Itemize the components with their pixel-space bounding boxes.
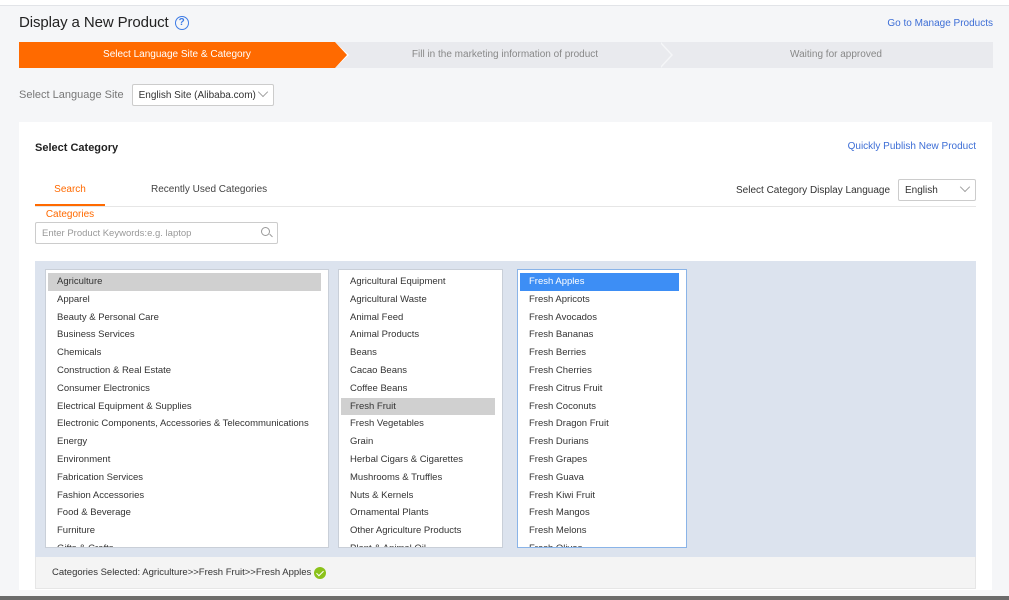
page-title: Display a New Product ? — [19, 14, 189, 31]
category-item[interactable]: Fresh Olives — [520, 540, 679, 547]
category-item[interactable]: Fresh Apples — [520, 273, 679, 291]
category-item[interactable]: Consumer Electronics — [48, 380, 321, 398]
category-item[interactable]: Cacao Beans — [341, 362, 495, 380]
category-item[interactable]: Fresh Dragon Fruit — [520, 415, 679, 433]
category-item[interactable]: Construction & Real Estate — [48, 362, 321, 380]
quickly-publish-link[interactable]: Quickly Publish New Product — [848, 141, 976, 152]
category-item[interactable]: Furniture — [48, 522, 321, 540]
category-item[interactable]: Agricultural Equipment — [341, 273, 495, 291]
category-item[interactable]: Food & Beverage — [48, 504, 321, 522]
selected-categories-bar: Categories Selected: Agriculture>>Fresh … — [35, 557, 976, 589]
category-item[interactable]: Ornamental Plants — [341, 504, 495, 522]
top-border — [0, 0, 1009, 6]
category-item[interactable]: Environment — [48, 451, 321, 469]
step-separator-inner — [659, 42, 671, 68]
category-item[interactable]: Fresh Vegetables — [341, 415, 495, 433]
step-waiting-approval: Waiting for approved — [790, 49, 882, 60]
language-site-select[interactable]: English Site (Alibaba.com) — [131, 84, 274, 106]
language-site-row: Select Language Site English Site (Aliba… — [19, 84, 274, 106]
language-site-label: Select Language Site — [19, 89, 124, 101]
category-item[interactable]: Fresh Grapes — [520, 451, 679, 469]
category-item[interactable]: Fresh Berries — [520, 344, 679, 362]
category-item[interactable]: Fresh Avocados — [520, 309, 679, 327]
category-item[interactable]: Fresh Bananas — [520, 326, 679, 344]
check-circle-icon — [314, 566, 327, 579]
category-item[interactable]: Fresh Apricots — [520, 291, 679, 309]
category-item[interactable]: Beans — [341, 344, 495, 362]
category-item[interactable]: Animal Feed — [341, 309, 495, 327]
display-language-value: English — [905, 184, 938, 196]
category-list-level1[interactable]: Agriculture Apparel Beauty & Personal Care… — [45, 269, 329, 548]
display-language-label: Select Category Display Language — [736, 184, 890, 196]
tab-recently-used-categories[interactable]: Recently Used Categories — [151, 177, 267, 206]
question-circle-icon[interactable]: ? — [174, 15, 189, 30]
category-picker: Agriculture Apparel Beauty & Personal Care… — [35, 261, 976, 557]
category-item[interactable]: Nuts & Kernels — [341, 487, 495, 505]
search-icon[interactable] — [261, 227, 270, 236]
step-arrow-active — [335, 42, 347, 68]
step-select-language-category: Select Language Site & Category — [19, 42, 335, 68]
category-item[interactable]: Chemicals — [48, 344, 321, 362]
section-title: Select Category — [35, 142, 119, 154]
category-item[interactable]: Mushrooms & Truffles — [341, 469, 495, 487]
category-item[interactable]: Animal Products — [341, 326, 495, 344]
category-item[interactable]: Fresh Fruit — [341, 397, 495, 416]
category-item[interactable]: Grain — [341, 433, 495, 451]
category-item[interactable]: Fresh Mangos — [520, 504, 679, 522]
selected-categories-text: Categories Selected: Agriculture>>Fresh … — [52, 567, 312, 578]
keyword-search-input[interactable] — [36, 223, 246, 244]
category-item[interactable]: Gifts & Crafts — [48, 540, 321, 547]
chevron-down-icon — [257, 86, 268, 98]
category-item[interactable]: Electronic Components, Accessories & Tel… — [48, 415, 321, 433]
category-item[interactable]: Fresh Durians — [520, 433, 679, 451]
product-keyword-search — [35, 222, 278, 244]
progress-steps: Select Language Site & Category Fill in … — [19, 42, 993, 68]
category-item[interactable]: Herbal Cigars & Cigarettes — [341, 451, 495, 469]
step-fill-marketing-info: Fill in the marketing information of pro… — [411, 49, 599, 60]
category-item[interactable]: Other Agriculture Products — [341, 522, 495, 540]
page-title-text: Display a New Product — [19, 14, 169, 31]
chevron-down-icon — [959, 181, 971, 193]
category-item[interactable]: Fresh Guava — [520, 469, 679, 487]
language-site-value: English Site (Alibaba.com) — [138, 89, 256, 101]
category-item[interactable]: Fresh Citrus Fruit — [520, 380, 679, 398]
category-item[interactable]: Agriculture — [48, 273, 321, 291]
category-item[interactable]: Fresh Kiwi Fruit — [520, 487, 679, 505]
category-item[interactable]: Fresh Melons — [520, 522, 679, 540]
category-item[interactable]: Fresh Cherries — [520, 362, 679, 380]
category-item[interactable]: Plant & Animal Oil — [341, 540, 495, 547]
tab-search-categories[interactable]: Search Categories — [35, 177, 105, 220]
go-to-manage-products-link[interactable]: Go to Manage Products — [887, 18, 993, 29]
category-item[interactable]: Business Services — [48, 326, 321, 344]
category-item[interactable]: Beauty & Personal Care — [48, 309, 321, 327]
category-item[interactable]: Agricultural Waste — [341, 291, 495, 309]
display-language-select[interactable]: English — [898, 179, 976, 201]
category-list-level2[interactable]: Agricultural Equipment Agricultural Waste… — [338, 269, 503, 548]
select-category-card: Select Category Quickly Publish New Prod… — [19, 122, 992, 590]
category-item[interactable]: Energy — [48, 433, 321, 451]
category-item[interactable]: Coffee Beans — [341, 380, 495, 398]
category-item[interactable]: Apparel — [48, 291, 321, 309]
bottom-edge — [0, 596, 1009, 600]
display-language-row: Select Category Display Language English — [736, 179, 976, 201]
category-item[interactable]: Fresh Coconuts — [520, 398, 679, 416]
category-item[interactable]: Electrical Equipment & Supplies — [48, 398, 321, 416]
category-item[interactable]: Fashion Accessories — [48, 487, 321, 505]
category-item[interactable]: Fabrication Services — [48, 469, 321, 487]
category-list-level3[interactable]: Fresh Apples Fresh Apricots Fresh Avocados… — [517, 269, 687, 548]
